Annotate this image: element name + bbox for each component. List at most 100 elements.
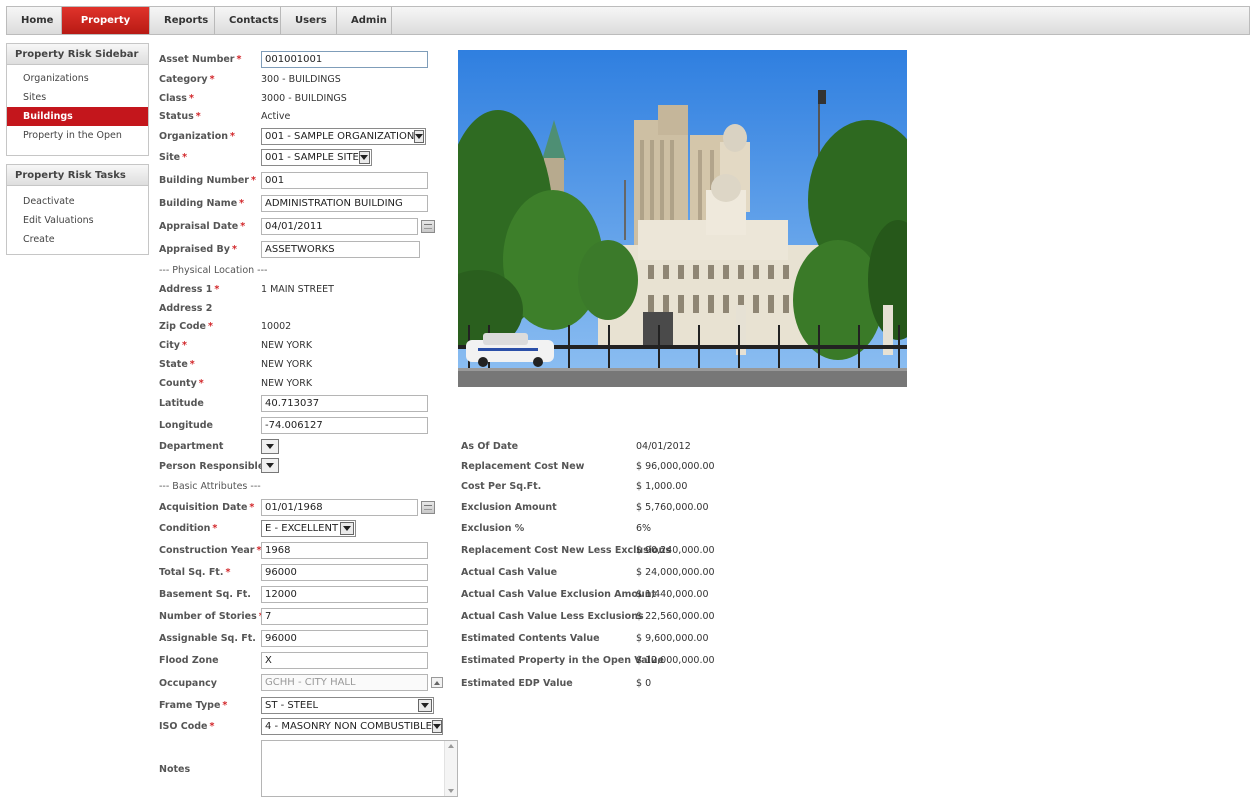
valuation-value: 6% xyxy=(636,523,652,534)
frame-type-label: Frame Type * xyxy=(159,700,228,711)
occupancy-input[interactable] xyxy=(261,674,428,691)
occupancy-label: Occupancy xyxy=(159,678,217,689)
tab-users[interactable]: Users xyxy=(281,7,337,34)
frame-type-select[interactable]: ST - STEEL xyxy=(261,697,434,714)
construction-year-input[interactable] xyxy=(261,542,428,559)
appraisal-date-label: Appraisal Date * xyxy=(159,221,246,232)
tab-reports[interactable]: Reports xyxy=(150,7,215,34)
iso-code-select-value: 4 - MASONRY NON COMBUSTIBLE xyxy=(265,721,432,732)
flood-zone-input[interactable] xyxy=(261,652,428,669)
site-select-value: 001 - SAMPLE SITE xyxy=(265,152,359,163)
valuation-value: $ 90,240,000.00 xyxy=(636,545,715,556)
valuation-label: Actual Cash Value Less Exclusions xyxy=(461,611,644,622)
asset-number-input[interactable] xyxy=(261,51,428,68)
tab-contacts[interactable]: Contacts xyxy=(215,7,281,34)
property-risk-sidebar: Property Risk Sidebar Organizations Site… xyxy=(6,43,149,156)
site-select[interactable]: 001 - SAMPLE SITE xyxy=(261,149,372,166)
occupancy-lookup-icon[interactable] xyxy=(431,677,443,688)
iso-code-label: ISO Code * xyxy=(159,721,215,732)
address1-label: Address 1 * xyxy=(159,284,220,295)
valuation-value: 04/01/2012 xyxy=(636,441,691,452)
city-label: City * xyxy=(159,340,187,351)
sidebar-item-sites[interactable]: Sites xyxy=(7,88,148,107)
tab-property-risk[interactable]: Property Risk xyxy=(62,7,150,53)
acquisition-date-label: Acquisition Date * xyxy=(159,502,255,513)
chevron-down-icon xyxy=(266,463,274,468)
valuation-label: Actual Cash Value Exclusion Amount xyxy=(461,589,657,600)
longitude-input[interactable] xyxy=(261,417,428,434)
city-value: NEW YORK xyxy=(261,340,313,351)
address2-label: Address 2 xyxy=(159,303,213,314)
assignable-sqft-input[interactable] xyxy=(261,630,428,647)
person-responsible-label: Person Responsible xyxy=(159,461,265,472)
valuation-value: $ 96,000,000.00 xyxy=(636,461,715,472)
basement-sqft-input[interactable] xyxy=(261,586,428,603)
valuation-value: $ 12,000,000.00 xyxy=(636,655,715,666)
iso-code-select[interactable]: 4 - MASONRY NON COMBUSTIBLE xyxy=(261,718,443,735)
status-label: Status * xyxy=(159,111,201,122)
zip-code-value: 10002 xyxy=(261,321,292,332)
appraisal-date-input[interactable] xyxy=(261,218,418,235)
person-responsible-select[interactable] xyxy=(261,458,279,473)
chevron-down-icon xyxy=(414,130,425,143)
flood-zone-label: Flood Zone xyxy=(159,655,219,666)
chevron-down-icon xyxy=(431,720,442,733)
total-sqft-label: Total Sq. Ft. * xyxy=(159,567,231,578)
physical-location-heading: --- Physical Location --- xyxy=(159,265,268,276)
number-of-stories-label: Number of Stories* xyxy=(159,611,264,622)
tab-admin[interactable]: Admin xyxy=(337,7,392,34)
top-nav: Home Property Risk Reports Contacts User… xyxy=(6,6,1250,53)
valuation-value: $ 5,760,000.00 xyxy=(636,502,709,513)
calendar-icon[interactable] xyxy=(421,220,435,233)
chevron-down-icon xyxy=(340,522,354,535)
department-label: Department xyxy=(159,441,224,452)
task-create[interactable]: Create xyxy=(7,230,148,249)
construction-year-label: Construction Year * xyxy=(159,545,262,556)
sidebar-item-buildings[interactable]: Buildings xyxy=(7,107,148,126)
longitude-label: Longitude xyxy=(159,420,213,431)
valuation-label: As Of Date xyxy=(461,441,519,452)
organization-select-value: 001 - SAMPLE ORGANIZATION xyxy=(265,131,415,142)
valuation-value: $ 0 xyxy=(636,678,652,689)
total-sqft-input[interactable] xyxy=(261,564,428,581)
valuation-label: Cost Per Sq.Ft. xyxy=(461,481,542,492)
notes-scrollbar[interactable] xyxy=(444,741,457,796)
latitude-label: Latitude xyxy=(159,398,204,409)
task-edit-valuations[interactable]: Edit Valuations xyxy=(7,211,148,230)
class-value: 3000 - BUILDINGS xyxy=(261,93,347,104)
condition-select-value: E - EXCELLENT xyxy=(265,523,339,534)
scroll-down-icon xyxy=(448,789,454,793)
organization-select[interactable]: 001 - SAMPLE ORGANIZATION xyxy=(261,128,426,145)
valuation-label: Replacement Cost New xyxy=(461,461,585,472)
valuation-value: $ 22,560,000.00 xyxy=(636,611,715,622)
frame-type-select-value: ST - STEEL xyxy=(265,700,319,711)
sidebar-item-organizations[interactable]: Organizations xyxy=(7,69,148,88)
address1-value: 1 MAIN STREET xyxy=(261,284,334,295)
valuation-label: Exclusion Amount xyxy=(461,502,557,513)
task-deactivate[interactable]: Deactivate xyxy=(7,192,148,211)
condition-label: Condition * xyxy=(159,523,218,534)
chevron-down-icon xyxy=(266,444,274,449)
number-of-stories-input[interactable] xyxy=(261,608,428,625)
building-name-input[interactable] xyxy=(261,195,428,212)
sidebar-item-property-in-the-open[interactable]: Property in the Open xyxy=(7,126,148,145)
scroll-up-icon xyxy=(448,744,454,748)
site-label: Site * xyxy=(159,152,188,163)
condition-select[interactable]: E - EXCELLENT xyxy=(261,520,356,537)
appraised-by-label: Appraised By * xyxy=(159,244,237,255)
building-photo xyxy=(458,50,907,387)
department-select[interactable] xyxy=(261,439,279,454)
latitude-input[interactable] xyxy=(261,395,428,412)
appraised-by-input[interactable] xyxy=(261,241,420,258)
tab-home[interactable]: Home xyxy=(7,7,62,34)
acquisition-date-input[interactable] xyxy=(261,499,418,516)
category-value: 300 - BUILDINGS xyxy=(261,74,341,85)
category-label: Category * xyxy=(159,74,215,85)
organization-label: Organization * xyxy=(159,131,235,142)
valuation-value: $ 9,600,000.00 xyxy=(636,633,709,644)
valuation-value: $ 1,440,000.00 xyxy=(636,589,709,600)
calendar-icon[interactable] xyxy=(421,501,435,514)
property-risk-tasks: Property Risk Tasks Deactivate Edit Valu… xyxy=(6,164,149,255)
notes-textarea[interactable] xyxy=(261,740,458,797)
building-number-input[interactable] xyxy=(261,172,428,189)
